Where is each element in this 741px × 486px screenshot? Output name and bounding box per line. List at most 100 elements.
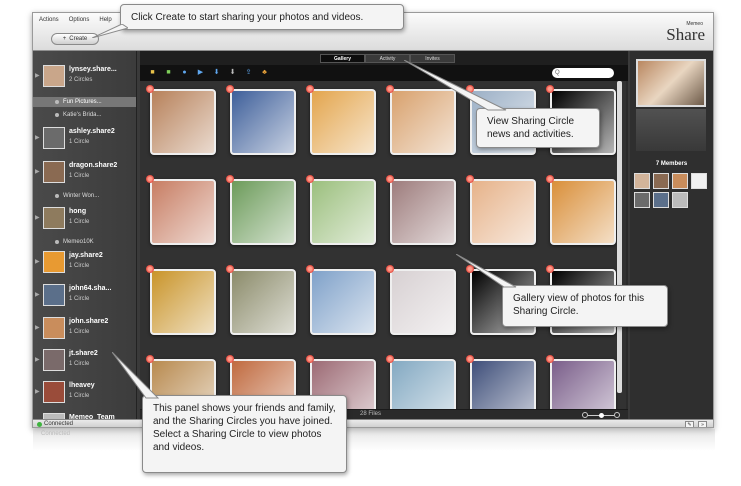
expand-arrow-icon[interactable]: ▶ [35, 134, 40, 141]
avatar [43, 161, 65, 183]
member-avatar[interactable] [653, 173, 669, 189]
search-input[interactable]: Q [552, 68, 614, 78]
friend-name: lynsey.share... [69, 66, 117, 73]
friend-item[interactable]: ▶ lynsey.share... 2 Circles [33, 63, 136, 89]
photo-thumbnail[interactable] [310, 89, 376, 155]
zoom-slider[interactable] [582, 412, 620, 418]
avatar [43, 127, 65, 149]
new-photo-badge-icon [306, 85, 314, 93]
play-icon[interactable]: ▶ [196, 69, 205, 77]
new-photo-badge-icon [146, 85, 154, 93]
expand-arrow-icon[interactable]: ▶ [35, 356, 40, 363]
gallery-scrollbar[interactable] [617, 81, 622, 393]
photo-thumbnail[interactable] [230, 89, 296, 155]
plus-icon: + [62, 36, 67, 42]
photo-thumbnail[interactable] [550, 359, 616, 409]
avatar [43, 207, 65, 229]
photo-thumbnail[interactable] [470, 179, 536, 245]
friend-circle-count: 1 Circle [69, 361, 90, 367]
member-avatar[interactable] [634, 173, 650, 189]
photo-thumbnail[interactable] [390, 179, 456, 245]
photo-thumbnail[interactable] [470, 359, 536, 409]
expand-arrow-icon[interactable]: ▶ [35, 72, 40, 79]
friend-item[interactable]: ▶ john.share2 1 Circle [33, 315, 136, 341]
member-avatar[interactable] [672, 192, 688, 208]
member-avatar[interactable] [672, 173, 688, 189]
photo-thumbnail[interactable] [150, 179, 216, 245]
menu-options[interactable]: Options [69, 17, 90, 23]
photo-thumbnail[interactable] [550, 179, 616, 245]
callout-activity-text: View Sharing Circle news and activities. [487, 116, 575, 140]
friend-circle-count: 2 Circles [69, 77, 93, 83]
photo-thumbnail[interactable] [390, 269, 456, 335]
download-icon[interactable]: ⬇ [212, 69, 221, 77]
circle-label: Katie's Brida... [63, 112, 102, 118]
photo-thumbnail[interactable] [150, 89, 216, 155]
friend-item[interactable]: ▶ jay.share2 1 Circle [33, 249, 136, 275]
new-photo-badge-icon [466, 355, 474, 363]
member-avatar[interactable] [691, 173, 707, 189]
photo-thumbnail[interactable] [150, 269, 216, 335]
expand-arrow-icon[interactable]: ▶ [35, 214, 40, 221]
new-photo-badge-icon [386, 85, 394, 93]
sharing-circle-item[interactable]: Winter Won... [33, 191, 136, 201]
share-icon[interactable]: ⇪ [244, 69, 253, 77]
menu-help[interactable]: Help [99, 17, 111, 23]
callout-activity-pointer [404, 60, 507, 111]
member-avatar[interactable] [634, 192, 650, 208]
friend-name: dragon.share2 [69, 162, 118, 169]
expand-icon[interactable]: » [698, 421, 707, 427]
expand-arrow-icon[interactable]: ▶ [35, 388, 40, 395]
expand-arrow-icon[interactable]: ▶ [35, 258, 40, 265]
new-photo-badge-icon [146, 175, 154, 183]
friend-item[interactable]: ▶ hong 1 Circle [33, 205, 136, 231]
circle-icon [55, 240, 59, 244]
circle-preview-reflection [636, 109, 706, 151]
expand-arrow-icon[interactable]: ▶ [35, 324, 40, 331]
menu-actions[interactable]: Actions [39, 17, 59, 23]
circle-icon [55, 100, 59, 104]
members-title: 7 Members [655, 161, 688, 167]
new-photo-badge-icon [306, 265, 314, 273]
tab-gallery[interactable]: Gallery [320, 54, 365, 63]
new-photo-badge-icon [546, 355, 554, 363]
friend-item[interactable]: ▶Memeo_Team [33, 411, 136, 419]
new-photo-badge-icon [546, 85, 554, 93]
friend-name: jay.share2 [69, 252, 103, 259]
photo-thumbnail[interactable] [310, 179, 376, 245]
menu-bar: Actions Options Help [39, 17, 112, 23]
new-photo-badge-icon [386, 175, 394, 183]
photo-thumbnail[interactable] [310, 269, 376, 335]
members-icon[interactable]: ♣ [260, 69, 269, 77]
sharing-circle-item[interactable]: Katie's Brida... [33, 110, 136, 120]
member-avatar[interactable] [653, 192, 669, 208]
expand-arrow-icon[interactable]: ▶ [35, 168, 40, 175]
avatar [43, 284, 65, 306]
download-all-icon[interactable]: ⬇ [228, 69, 237, 77]
photo-thumbnail[interactable] [230, 269, 296, 335]
zoom-knob[interactable] [599, 413, 604, 418]
add-circle-icon[interactable]: ■ [164, 69, 173, 77]
photo-thumbnail[interactable] [230, 179, 296, 245]
comment-icon[interactable]: ● [180, 69, 189, 77]
brand-name: Share [666, 25, 705, 44]
expand-arrow-icon[interactable]: ▶ [35, 291, 40, 298]
callout-panel: This panel shows your friends and family… [142, 395, 347, 473]
avatar [43, 65, 65, 87]
add-photo-icon[interactable]: ■ [148, 69, 157, 77]
callout-panel-text: This panel shows your friends and family… [153, 403, 336, 453]
callout-create-pointer [92, 24, 128, 38]
new-photo-badge-icon [306, 175, 314, 183]
photo-thumbnail[interactable] [390, 359, 456, 409]
reflection-text: Connected [41, 431, 71, 437]
friend-circle-count: 1 Circle [69, 173, 90, 179]
sharing-circle-item[interactable]: Memeo10K [33, 237, 136, 247]
friend-item[interactable]: ▶ ashley.share2 1 Circle [33, 125, 136, 151]
friend-circle-count: 1 Circle [69, 393, 90, 399]
zoom-in-icon[interactable] [614, 412, 620, 418]
sharing-circle-item[interactable]: Fun Pictures... [33, 97, 136, 107]
edit-icon[interactable]: ✎ [685, 421, 694, 427]
friend-item[interactable]: ▶ john64.sha... 1 Circle [33, 282, 136, 308]
circle-info-panel: 7 Members [630, 51, 713, 419]
friend-item[interactable]: ▶ dragon.share2 1 Circle [33, 159, 136, 185]
